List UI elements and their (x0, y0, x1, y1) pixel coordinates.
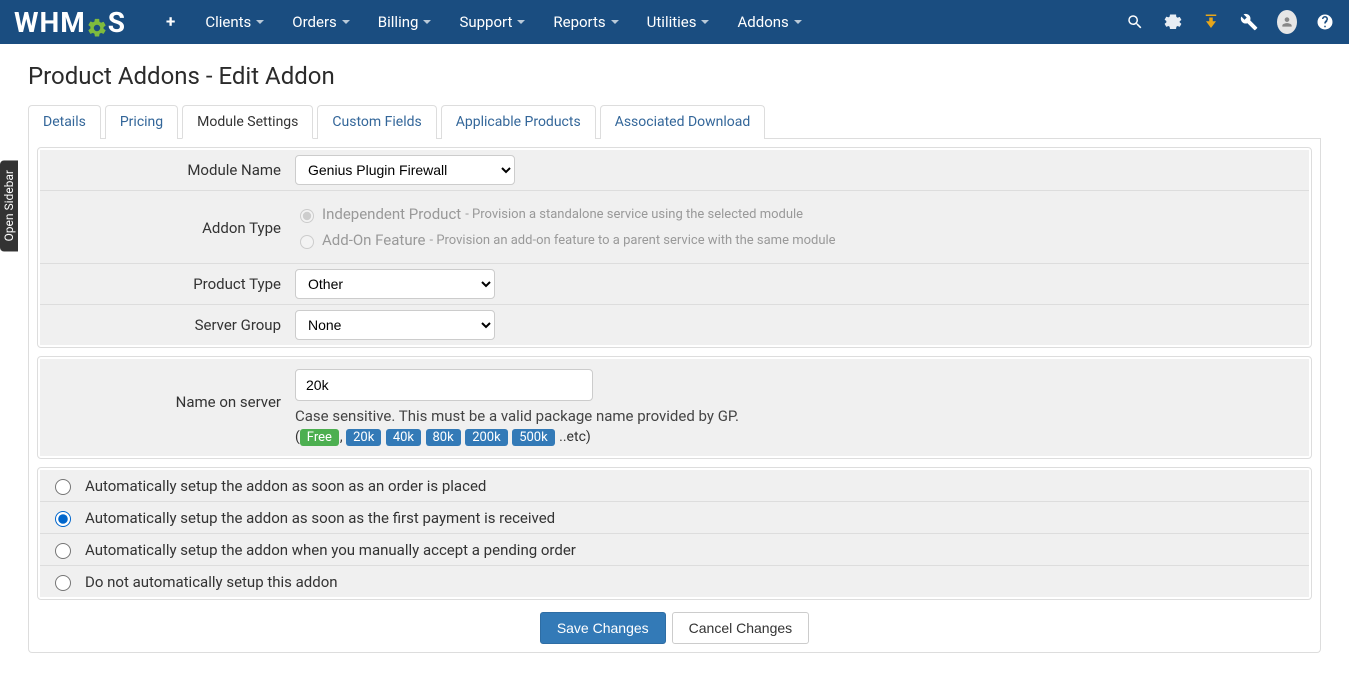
nav-item-utilities[interactable]: Utilities (633, 0, 724, 44)
tag-free: Free (300, 429, 339, 446)
tab-details[interactable]: Details (28, 105, 101, 139)
addon-type-feature-radio[interactable] (300, 235, 314, 249)
name-on-server-label: Name on server (40, 369, 295, 411)
auto-setup-radio-0[interactable] (55, 479, 71, 495)
auto-setup-row: Automatically setup the addon as soon as… (40, 470, 1309, 502)
tab-content: Module Name Genius Plugin Firewall Addon… (28, 139, 1321, 653)
auto-setup-row: Do not automatically setup this addon (40, 566, 1309, 597)
tag-40k: 40k (386, 429, 421, 446)
caret-icon (256, 20, 264, 24)
save-button[interactable]: Save Changes (540, 612, 666, 644)
tabs: Details Pricing Module Settings Custom F… (28, 104, 1321, 139)
auto-setup-label: Automatically setup the addon as soon as… (85, 477, 486, 495)
addon-type-independent-radio[interactable] (300, 209, 314, 223)
tag-200k: 200k (465, 429, 508, 446)
nav-item-orders[interactable]: Orders (278, 0, 364, 44)
page-title: Product Addons - Edit Addon (28, 62, 1321, 90)
caret-icon (342, 20, 350, 24)
caret-icon (794, 20, 802, 24)
caret-icon (701, 20, 709, 24)
product-type-label: Product Type (40, 275, 295, 293)
tag-500k: 500k (512, 429, 555, 446)
gear-icon (86, 13, 108, 35)
logo[interactable]: WHM S (14, 6, 126, 39)
auto-setup-radio-3[interactable] (55, 575, 71, 591)
addon-type-feature-label: Add-On Feature (322, 231, 426, 249)
tag-20k: 20k (346, 429, 381, 446)
tab-pricing[interactable]: Pricing (105, 105, 178, 139)
open-sidebar-button[interactable]: Open Sidebar (0, 160, 18, 251)
user-icon[interactable] (1277, 12, 1297, 32)
settings-icon[interactable] (1163, 12, 1183, 32)
name-on-server-input[interactable] (295, 369, 593, 401)
auto-setup-radio-2[interactable] (55, 543, 71, 559)
module-name-label: Module Name (40, 161, 295, 179)
addon-type-options: Independent Product - Provision a standa… (295, 201, 1309, 253)
addon-type-independent-label: Independent Product (322, 205, 461, 223)
nav-right (1125, 12, 1335, 32)
actions: Save Changes Cancel Changes (37, 612, 1312, 644)
add-button[interactable]: + (150, 12, 191, 32)
auto-setup-radio-1[interactable] (55, 511, 71, 527)
nav-item-reports[interactable]: Reports (539, 0, 632, 44)
auto-setup-label: Do not automatically setup this addon (85, 573, 338, 591)
name-on-server-help: Case sensitive. This must be a valid pac… (295, 407, 1299, 425)
name-on-server-tags: (Free, 20k 40k 80k 200k 500k ..etc) (295, 429, 1299, 446)
search-icon[interactable] (1125, 12, 1145, 32)
nav-items: ClientsOrdersBillingSupportReportsUtilit… (191, 0, 815, 44)
tab-module-settings[interactable]: Module Settings (182, 105, 313, 139)
server-group-select[interactable]: None (295, 310, 495, 340)
nav-item-addons[interactable]: Addons (723, 0, 815, 44)
auto-setup-row: Automatically setup the addon when you m… (40, 534, 1309, 566)
tag-80k: 80k (426, 429, 461, 446)
module-panel: Module Name Genius Plugin Firewall Addon… (37, 147, 1312, 348)
page: Product Addons - Edit Addon Details Pric… (0, 44, 1349, 693)
caret-icon (423, 20, 431, 24)
name-on-server-panel: Name on server Case sensitive. This must… (37, 356, 1312, 459)
cancel-button[interactable]: Cancel Changes (672, 612, 810, 644)
tab-custom-fields[interactable]: Custom Fields (317, 105, 436, 139)
nav-item-support[interactable]: Support (445, 0, 539, 44)
help-icon[interactable] (1315, 12, 1335, 32)
product-type-select[interactable]: Other (295, 269, 495, 299)
auto-setup-label: Automatically setup the addon as soon as… (85, 509, 555, 527)
download-icon[interactable] (1201, 12, 1221, 32)
auto-setup-label: Automatically setup the addon when you m… (85, 541, 576, 559)
nav-item-billing[interactable]: Billing (364, 0, 446, 44)
tab-applicable-products[interactable]: Applicable Products (441, 105, 596, 139)
logo-prefix: WHM (14, 6, 86, 39)
caret-icon (517, 20, 525, 24)
addon-type-feature-desc: - Provision an add-on feature to a paren… (430, 233, 836, 248)
auto-setup-row: Automatically setup the addon as soon as… (40, 502, 1309, 534)
wrench-icon[interactable] (1239, 12, 1259, 32)
navbar: WHM S + ClientsOrdersBillingSupportRepor… (0, 0, 1349, 44)
logo-suffix: S (108, 6, 126, 39)
addon-type-independent-desc: - Provision a standalone service using t… (465, 207, 803, 222)
tab-associated-download[interactable]: Associated Download (600, 105, 766, 139)
caret-icon (611, 20, 619, 24)
addon-type-label: Addon Type (40, 201, 295, 237)
server-group-label: Server Group (40, 316, 295, 334)
nav-item-clients[interactable]: Clients (191, 0, 278, 44)
auto-setup-panel: Automatically setup the addon as soon as… (37, 467, 1312, 600)
module-name-select[interactable]: Genius Plugin Firewall (295, 155, 515, 185)
